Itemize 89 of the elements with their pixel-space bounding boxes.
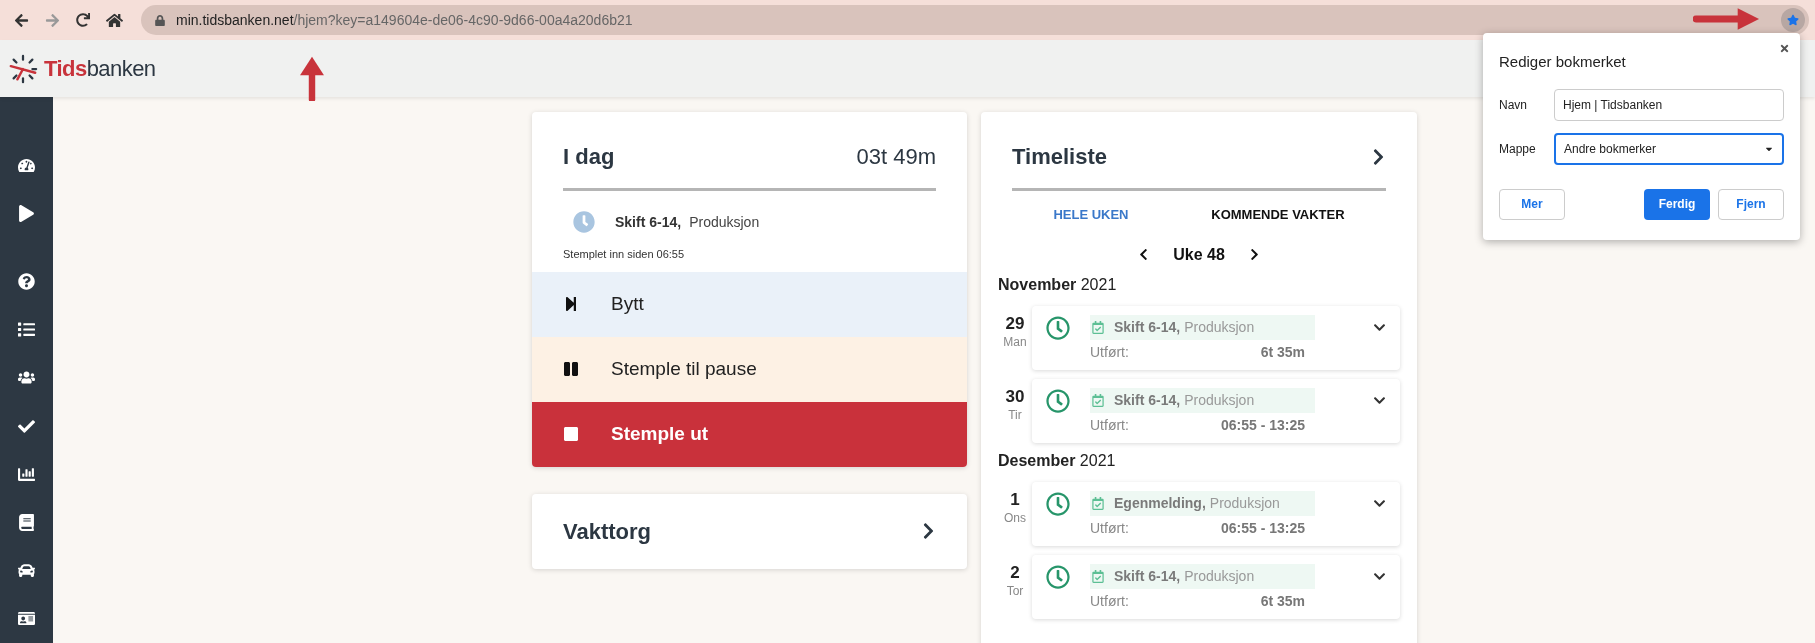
done-label: Utført: [1090,342,1130,362]
stop-icon [563,426,579,442]
close-icon[interactable] [1779,43,1790,54]
clock-icon [573,211,595,233]
weekday-label: Man [1003,333,1027,350]
dialog-button[interactable]: Ferdig [1644,188,1710,220]
calendar-icon [1092,393,1104,407]
reload-icon[interactable] [76,13,90,27]
check-icon[interactable] [18,417,35,435]
dialog-title: Rediger bokmerket [1499,52,1627,72]
switch-button[interactable]: Bytt [532,271,967,337]
shift-name: Skift 6-14, [1114,566,1181,586]
calendar-icon [1092,569,1104,583]
clock-out-button[interactable]: Stemple ut [532,401,967,467]
address-bar[interactable]: min.tidsbanken.net/hjem?key=a149604e-de06-4c90-9d66-00a4a20d6b21 [141,5,1809,35]
weekday-label: Ons [1004,509,1026,526]
bar-chart-icon[interactable] [18,465,35,483]
car-icon[interactable] [18,562,35,580]
shift-name: Egenmelding, [1114,493,1206,513]
card-title: Vakttorg [563,517,652,546]
home-icon[interactable] [106,11,123,29]
department-name: Produksjon [1209,493,1280,513]
timesheet-tab[interactable]: HELE UKEN [1053,205,1129,225]
id-card-icon[interactable] [18,610,35,628]
pause-icon [563,361,579,377]
folder-select[interactable]: Andre bokmerker [1554,132,1784,165]
shift-name: Skift 6-14, [1114,317,1181,337]
bookmark-star-button[interactable] [1781,8,1805,32]
done-label: Utført: [1090,591,1130,611]
calendar-icon [1092,496,1104,510]
done-label: Utført: [1090,518,1130,538]
gauge-icon[interactable] [18,156,35,174]
clock-icon [1046,564,1070,589]
department-name: Produksjon [689,212,760,232]
chevron-right-icon[interactable] [1371,147,1386,166]
department-name: Produksjon [1184,390,1255,410]
field-label: Navn [1499,96,1528,114]
clock-in-status: Stemplet inn siden 06:55 [563,247,686,262]
help-icon[interactable] [18,273,35,290]
month-heading: November 2021 [998,274,1118,295]
timesheet-tab[interactable]: KOMMENDE VAKTER [1211,205,1345,225]
calendar-icon [1092,320,1104,334]
weekday-label: Tir [1008,406,1022,423]
done-label: Utført: [1090,415,1130,435]
address-text: min.tidsbanken.net/hjem?key=a149604e-de06-4c90-9d66-00a4a20d6b21 [176,10,633,30]
card-title: I dag [563,143,615,171]
shift-card[interactable]: Skift 6-14, Produksjon Utført: 6t 35m [1032,554,1400,619]
book-icon[interactable] [18,514,35,531]
annotation-arrow [1693,7,1761,31]
market-card[interactable]: Vakttorg [532,493,967,569]
list-icon[interactable] [18,321,35,339]
card-title: Timeliste [1012,143,1107,171]
done-value: 6t 35m [1260,591,1305,611]
shift-card[interactable]: Skift 6-14, Produksjon Utført: 06:55 - 13:25 [1032,378,1400,443]
total-time: 03t 49m [856,143,936,171]
name-input[interactable]: Hjem | Tidsbanken [1554,88,1784,121]
department-name: Produksjon [1184,317,1255,337]
dialog-button[interactable]: Mer [1499,188,1565,220]
previous-week-icon[interactable] [1138,248,1150,261]
logo-text: Tidsbanken [44,55,156,83]
shift-card[interactable]: Skift 6-14, Produksjon Utført: 6t 35m [1032,305,1400,370]
logo-icon [8,53,38,84]
weekday-label: Tor [1006,582,1024,599]
next-week-icon[interactable] [1248,248,1260,261]
shift-name: Skift 6-14, [615,212,682,232]
day-number: 1 [1010,489,1020,510]
done-value: 06:55 - 13:25 [1220,415,1305,435]
done-value: 6t 35m [1260,342,1305,362]
star-icon [1787,14,1799,26]
clock-icon [1046,491,1070,516]
department-name: Produksjon [1184,566,1255,586]
dialog-button[interactable]: Fjern [1718,188,1784,220]
day-number: 30 [1005,386,1025,407]
month-heading: Desember 2021 [998,450,1117,471]
field-label: Mappe [1499,140,1537,158]
done-value: 06:55 - 13:25 [1220,518,1305,538]
day-number: 2 [1010,562,1020,583]
skip-icon [563,296,579,312]
play-icon[interactable] [18,204,35,222]
day-number: 29 [1005,313,1025,334]
pause-button[interactable]: Stemple til pause [532,336,967,402]
back-icon[interactable] [14,12,29,28]
lock-icon [155,14,165,26]
shift-card[interactable]: Egenmelding, Produksjon Utført: 06:55 - 13:25 [1032,481,1400,546]
clock-icon [1046,388,1070,413]
week-label: Uke 48 [1173,244,1225,265]
chevron-right-icon[interactable] [921,522,936,540]
shift-name: Skift 6-14, [1114,390,1181,410]
clock-icon [1046,315,1070,340]
